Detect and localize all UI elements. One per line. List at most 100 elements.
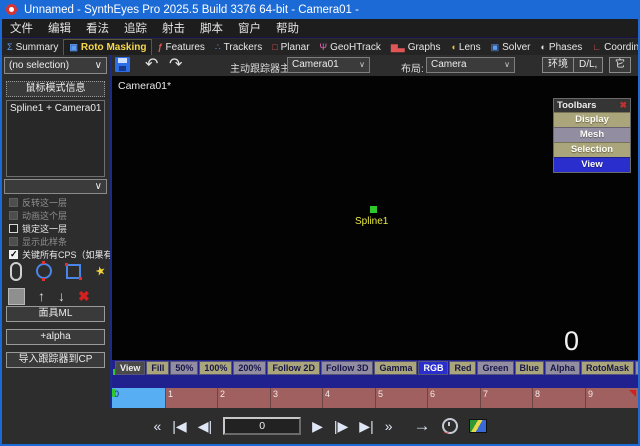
follow-3d-button[interactable]: Follow 3D — [321, 361, 374, 375]
checkbox-box — [9, 211, 18, 220]
tab-roto-masking[interactable]: ▣Roto Masking — [63, 39, 152, 56]
goto-frame-button[interactable]: → — [414, 419, 431, 433]
menu-shot[interactable]: 射击 — [162, 20, 185, 36]
step-back-button[interactable]: ◀| — [198, 419, 212, 433]
dl-button[interactable]: D/L, — [573, 57, 603, 73]
spline-tracker-point[interactable] — [370, 206, 377, 213]
tab-bar: ΣSummary ▣Roto Masking ƒFeatures ∴Tracke… — [0, 39, 640, 56]
roto-panel: (no selection) ∨ 鼠标模式信息 Spline1 + Camera… — [0, 55, 112, 446]
layer-color-swatch[interactable] — [8, 288, 25, 305]
frame-segment[interactable]: 6 — [427, 388, 480, 408]
green-channel-button[interactable]: Green — [477, 361, 513, 375]
checkbox-box — [9, 224, 18, 233]
spline-list[interactable]: Spline1 + Camera01 — [6, 100, 105, 177]
active-host-dropdown[interactable]: Camera01 ∨ — [287, 57, 370, 73]
timeline-ruler[interactable]: 0 1 2 3 4 5 6 7 8 9 — [112, 388, 638, 408]
menu-view[interactable]: 看法 — [86, 20, 109, 36]
layout-dropdown[interactable]: Camera ∨ — [426, 57, 515, 73]
tab-phases[interactable]: ◐Phases — [535, 40, 587, 55]
title-bar: Unnamed - SynthEyes Pro 2025.5 Build 337… — [0, 0, 640, 19]
save-icon[interactable] — [115, 57, 130, 72]
zoom-100-button[interactable]: 100% — [199, 361, 232, 375]
checkbox-invert-layer[interactable]: 反转这一层 — [9, 197, 67, 208]
circle-spline-tool-icon[interactable] — [36, 263, 52, 279]
checkbox-key-all-cps[interactable]: 关键所有CPS（如果有） — [9, 249, 122, 260]
checkbox-show-spline[interactable]: 显示此样条 — [9, 236, 67, 247]
red-channel-button[interactable]: Red — [449, 361, 476, 375]
ram-preview-icon[interactable] — [469, 419, 487, 433]
menu-edit[interactable]: 编辑 — [48, 20, 71, 36]
frame-segment[interactable]: 7 — [480, 388, 532, 408]
step-forward-button[interactable]: |▶ — [334, 419, 348, 433]
menu-window[interactable]: 窗户 — [238, 20, 261, 36]
playbar-strip[interactable]: View Fill 50% 100% 200% Follow 2D Follow… — [112, 360, 638, 388]
tab-geohtrack[interactable]: ΨGeoHTrack — [315, 40, 386, 55]
frame-segment[interactable]: 2 — [217, 388, 270, 408]
tab-features[interactable]: ƒFeatures — [152, 40, 209, 55]
rewind-button[interactable]: « — [154, 419, 162, 433]
fill-button[interactable]: Fill — [146, 361, 169, 375]
zoom-200-button[interactable]: 200% — [233, 361, 266, 375]
undo-button[interactable]: ↶ — [145, 54, 158, 74]
toolbars-item-mesh[interactable]: Mesh — [554, 127, 630, 142]
alpha-channel-button[interactable]: Alpha — [545, 361, 580, 375]
view-button[interactable]: View — [115, 361, 145, 375]
frame-segment[interactable]: 8 — [532, 388, 585, 408]
gamma-button[interactable]: Gamma — [374, 361, 417, 375]
toolbars-panel-header[interactable]: Toolbars ✖ — [554, 99, 630, 112]
redo-button[interactable]: ↷ — [169, 54, 182, 74]
rgb-button[interactable]: RGB — [418, 361, 448, 375]
mask-ml-button[interactable]: 面具ML — [6, 306, 105, 322]
frame-segment[interactable]: 1 — [165, 388, 217, 408]
checkbox-lock-layer[interactable]: 锁定这一层 — [9, 223, 67, 234]
list-item[interactable]: Spline1 + Camera01 — [7, 101, 104, 116]
rectangle-spline-tool-icon[interactable] — [66, 264, 81, 279]
playback-timing-clock-icon[interactable] — [442, 418, 458, 434]
menu-track[interactable]: 追踪 — [124, 20, 147, 36]
magic-wand-tool-icon[interactable]: ★ — [93, 263, 107, 279]
follow-2d-button[interactable]: Follow 2D — [267, 361, 320, 375]
environment-button[interactable]: 环境 — [542, 57, 574, 73]
zoom-50-button[interactable]: 50% — [170, 361, 198, 375]
frame-segment-current[interactable]: 0 — [112, 388, 165, 408]
play-button[interactable]: ▶ — [312, 419, 323, 433]
blue-channel-button[interactable]: Blue — [515, 361, 545, 375]
selection-dropdown[interactable]: (no selection) ∨ — [4, 57, 107, 74]
tab-summary[interactable]: ΣSummary — [2, 40, 63, 55]
tab-lens[interactable]: ◖Lens — [445, 40, 485, 55]
close-icon[interactable]: ✖ — [619, 100, 627, 111]
frame-segment[interactable]: 3 — [270, 388, 322, 408]
mouse-mode-info-button[interactable]: 鼠标模式信息 — [6, 81, 105, 97]
checkbox-animate-layer[interactable]: 动画这个层 — [9, 210, 67, 221]
frame-number-field[interactable]: 0 — [223, 417, 301, 435]
tab-planar[interactable]: □Planar — [267, 40, 314, 55]
menu-file[interactable]: 文件 — [10, 20, 33, 36]
camera-viewport[interactable]: Camera01* Spline1 0 Toolbars ✖ Display M… — [112, 76, 638, 360]
it-button[interactable]: 它 — [609, 57, 631, 73]
jump-to-end-button[interactable]: ▶| — [359, 419, 373, 433]
layer-dropdown[interactable]: ∨ — [4, 179, 107, 194]
import-trackers-to-cp-button[interactable]: 导入跟踪器到CP — [6, 352, 105, 368]
toolbars-item-display[interactable]: Display — [554, 112, 630, 127]
tab-trackers[interactable]: ∴Trackers — [210, 40, 267, 55]
add-alpha-button[interactable]: +alpha — [6, 329, 105, 345]
roto-mask-icon: ▣ — [69, 43, 78, 52]
menu-script[interactable]: 脚本 — [200, 20, 223, 36]
tab-solver[interactable]: ▣Solver — [486, 40, 536, 55]
toolbars-item-view[interactable]: View — [554, 157, 630, 172]
fast-forward-button[interactable]: » — [385, 419, 393, 433]
toolbars-item-selection[interactable]: Selection — [554, 142, 630, 157]
capsule-spline-tool-icon[interactable] — [10, 262, 22, 281]
frame-segment[interactable]: 5 — [375, 388, 427, 408]
jump-to-start-button[interactable]: |◀ — [172, 419, 186, 433]
menu-help[interactable]: 帮助 — [276, 20, 299, 36]
move-down-icon[interactable]: ↓ — [58, 288, 65, 304]
tab-graphs[interactable]: ▆▃Graphs — [386, 40, 446, 55]
trackers-icon: ∴ — [215, 43, 221, 52]
frame-segment[interactable]: 4 — [322, 388, 375, 408]
rotomask-button[interactable]: RotoMask — [581, 361, 634, 375]
move-up-icon[interactable]: ↑ — [38, 288, 45, 304]
delete-icon[interactable]: ✖ — [78, 288, 90, 305]
coordinates-icon: ∟ — [592, 43, 601, 52]
tab-coordinates[interactable]: ∟Coordinates — [587, 40, 640, 55]
